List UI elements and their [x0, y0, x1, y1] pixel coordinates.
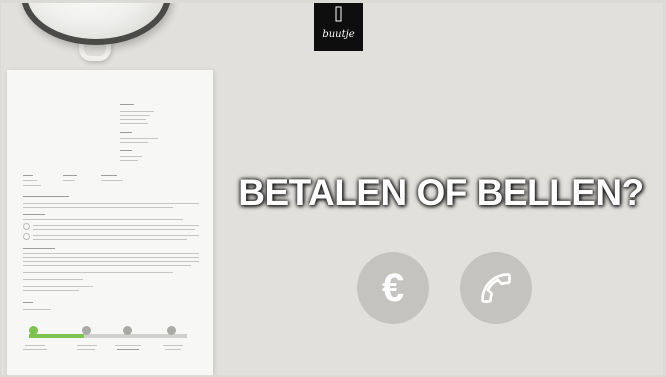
letter-progress-track: [29, 334, 187, 338]
landing-stage: buutje BETALEN OF BELLEN? €: [1, 3, 663, 375]
call-button[interactable]: [460, 252, 532, 324]
logo-tag-icon: [335, 6, 342, 22]
pay-button[interactable]: €: [357, 252, 429, 324]
buutje-logo[interactable]: buutje: [314, 3, 363, 51]
logo-text: buutje: [322, 29, 355, 40]
letter-progress-fill: [29, 334, 85, 338]
euro-icon: €: [381, 266, 405, 310]
letter-document-image: [7, 70, 213, 375]
phone-icon: [481, 273, 511, 303]
coffee-cup-image: [21, 3, 181, 61]
page-headline: BETALEN OF BELLEN?: [238, 172, 644, 213]
